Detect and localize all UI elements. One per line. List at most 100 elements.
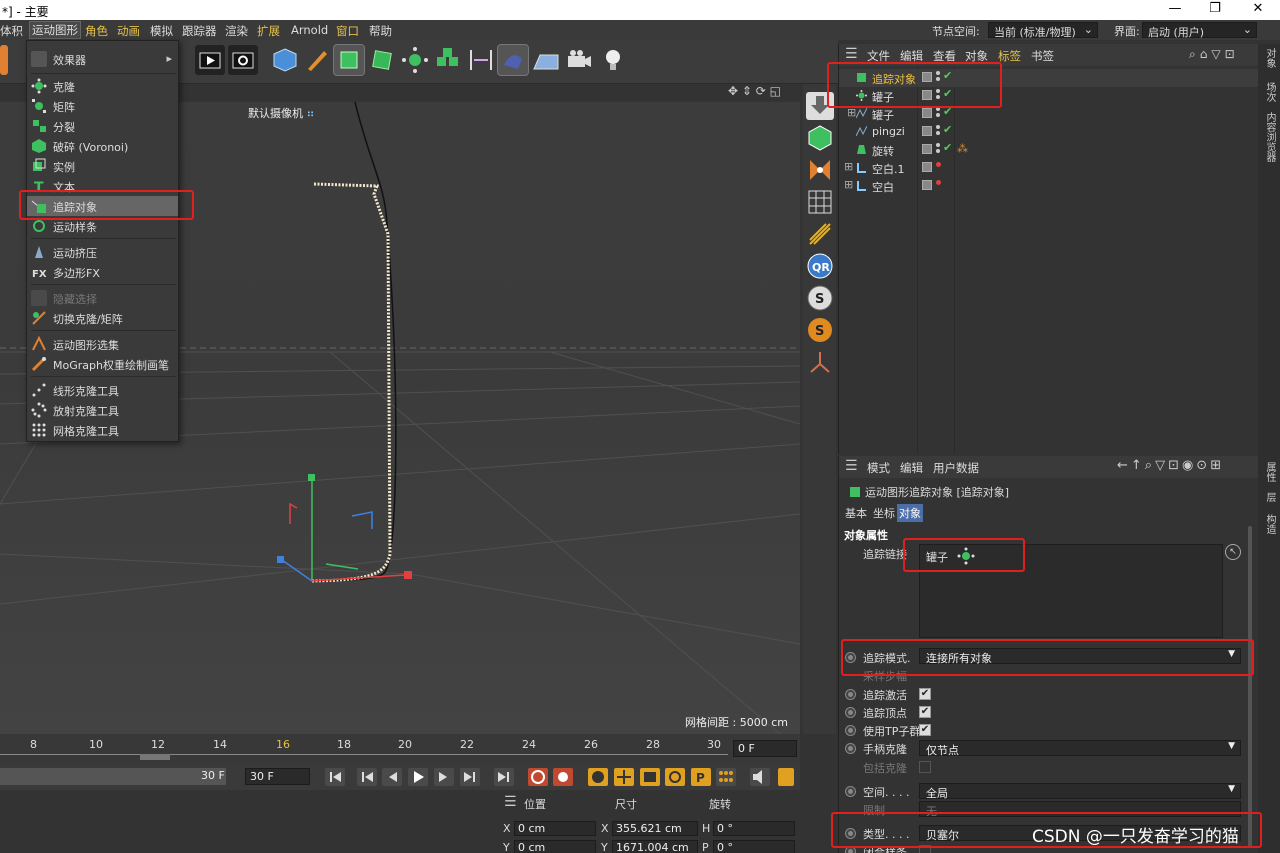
- position-x-field[interactable]: 0 cm: [514, 821, 596, 836]
- timeline-ruler[interactable]: 8 10 12 14 16 18 20 22 24 26 28 30 0 F: [0, 734, 800, 764]
- menu-item-mograph-selection[interactable]: 运动图形选集: [27, 334, 178, 354]
- restore-button[interactable]: ❐: [1200, 1, 1230, 16]
- visibility-dot[interactable]: [936, 131, 940, 135]
- trace-vertices-checkbox[interactable]: ✔: [919, 706, 931, 718]
- tab-basic[interactable]: 基本: [843, 504, 869, 522]
- om-menu-view[interactable]: 查看: [933, 48, 956, 64]
- visibility-dot[interactable]: [936, 113, 940, 117]
- am-menu-userdata[interactable]: 用户数据: [933, 460, 979, 476]
- enabled-check-icon[interactable]: ✔: [943, 141, 952, 154]
- object-row-lathe[interactable]: 旋转 ✔ ⁂: [839, 141, 1259, 159]
- use-tp-checkbox[interactable]: ✔: [919, 724, 931, 736]
- panel-menu-icon[interactable]: ☰: [845, 458, 858, 474]
- rotate-key-icon[interactable]: [665, 768, 685, 786]
- menu-item-linear-clone[interactable]: 线形克隆工具: [27, 380, 178, 400]
- qr-icon[interactable]: QR: [806, 252, 834, 280]
- menu-item-toggle-clone[interactable]: 切换克隆/矩阵: [27, 308, 178, 328]
- snap-icon[interactable]: [806, 156, 834, 184]
- trace-link-item[interactable]: 罐子: [926, 549, 948, 565]
- param-key-icon[interactable]: P: [691, 768, 711, 786]
- menu-item-voronoi[interactable]: 破碎 (Voronoi): [27, 136, 178, 156]
- om-menu-edit[interactable]: 编辑: [900, 48, 923, 64]
- right-tab-attributes[interactable]: 属性: [1262, 462, 1277, 482]
- menu-item-tracer[interactable]: 追踪对象: [27, 196, 178, 216]
- radio-icon[interactable]: [845, 652, 856, 663]
- radio-icon[interactable]: [845, 828, 856, 839]
- enabled-check-icon[interactable]: ✔: [943, 105, 952, 118]
- rotation-p-field[interactable]: 0 °: [713, 840, 795, 853]
- om-toolbar-icons[interactable]: ⌕⌂▽⊡: [1189, 47, 1239, 62]
- disabled-dot[interactable]: [936, 162, 941, 167]
- object-row-spline[interactable]: ⊞ 罐子 ✔: [839, 105, 1259, 123]
- right-tab-content-browser[interactable]: 内容浏览器: [1262, 112, 1277, 162]
- close-spline-checkbox[interactable]: [919, 845, 931, 853]
- menu-item-grid-clone[interactable]: 网格克隆工具: [27, 420, 178, 440]
- om-menu-tags[interactable]: 标签: [998, 48, 1021, 64]
- menu-item-radial-clone[interactable]: 放射克隆工具: [27, 400, 178, 420]
- generator-icon[interactable]: [367, 45, 397, 75]
- object-row-tracer[interactable]: 追踪对象 ✔: [839, 69, 1259, 87]
- tab-object[interactable]: 对象: [897, 504, 923, 522]
- expand-icon[interactable]: ⊞: [844, 160, 853, 173]
- radio-icon[interactable]: [845, 786, 856, 797]
- s-plugin-icon[interactable]: S: [806, 284, 834, 312]
- menu-arnold[interactable]: Arnold: [291, 23, 328, 37]
- prev-frame-icon[interactable]: [382, 768, 402, 786]
- current-frame-field[interactable]: 0 F: [733, 740, 797, 757]
- menu-item-hide-selection[interactable]: 隐藏选择: [27, 288, 178, 308]
- visibility-dot[interactable]: [936, 149, 940, 153]
- keyframe-settings-icon[interactable]: [588, 768, 608, 786]
- render-view-icon[interactable]: [195, 45, 225, 75]
- visibility-dot[interactable]: [936, 77, 940, 81]
- radio-icon[interactable]: [845, 743, 856, 754]
- right-tab-objects[interactable]: 对象: [1262, 48, 1277, 68]
- right-tab-structure[interactable]: 构造: [1262, 514, 1277, 534]
- radio-icon[interactable]: [845, 725, 856, 736]
- radio-icon[interactable]: [845, 846, 856, 853]
- menu-item-motion-spline[interactable]: 运动样条: [27, 216, 178, 236]
- visibility-dot[interactable]: [936, 89, 940, 93]
- pen-icon[interactable]: [302, 45, 332, 75]
- om-menu-file[interactable]: 文件: [867, 48, 890, 64]
- menu-item-matrix[interactable]: 矩阵: [27, 96, 178, 116]
- render-settings-icon[interactable]: [228, 45, 258, 75]
- object-row-null1[interactable]: ⊞ 空白.1: [839, 159, 1259, 177]
- size-y-field[interactable]: 1671.004 cm: [612, 840, 698, 853]
- handle-clone-select[interactable]: 仅节点 ▼: [919, 740, 1241, 757]
- environment-icon[interactable]: [497, 44, 529, 76]
- toolbar-tool-icon[interactable]: [0, 45, 8, 75]
- panel-menu-icon[interactable]: ☰: [504, 794, 517, 810]
- autokey-icon[interactable]: [553, 768, 573, 786]
- attribute-scrollbar[interactable]: [1248, 526, 1252, 848]
- menu-animation[interactable]: 动画: [117, 23, 140, 39]
- radio-icon[interactable]: [845, 707, 856, 718]
- visibility-dot[interactable]: [936, 71, 940, 75]
- timeline-zoom-handle[interactable]: [140, 754, 170, 760]
- interface-select[interactable]: 启动 (用户) ⌄: [1142, 22, 1257, 39]
- prev-key-icon[interactable]: [357, 768, 377, 786]
- space-select[interactable]: 全局 ▼: [919, 783, 1241, 800]
- cube-icon[interactable]: [270, 45, 300, 75]
- sound-icon[interactable]: [750, 768, 770, 786]
- menu-item-cloner[interactable]: 克隆: [27, 76, 178, 96]
- expand-icon[interactable]: ⊞: [847, 106, 856, 119]
- menu-character[interactable]: 角色: [85, 23, 108, 39]
- limit-select[interactable]: 无: [919, 801, 1241, 818]
- polygon-object-icon[interactable]: [806, 124, 834, 152]
- menu-window[interactable]: 窗口: [336, 23, 359, 39]
- visibility-dot[interactable]: [936, 125, 940, 129]
- s-plugin-orange-icon[interactable]: S: [806, 316, 834, 344]
- trace-mode-select[interactable]: 连接所有对象 ▼: [919, 648, 1241, 665]
- grid-icon[interactable]: [806, 188, 834, 216]
- menu-item-extrude[interactable]: 运动挤压: [27, 242, 178, 262]
- enabled-check-icon[interactable]: ✔: [943, 69, 952, 82]
- menu-item-text[interactable]: T 文本: [27, 176, 178, 196]
- menu-help[interactable]: 帮助: [369, 23, 392, 39]
- record-icon[interactable]: [528, 768, 548, 786]
- timeline-menu-icon[interactable]: [778, 768, 794, 786]
- object-row-null[interactable]: ⊞ 空白: [839, 177, 1259, 195]
- om-menu-bookmarks[interactable]: 书签: [1031, 48, 1054, 64]
- subdivision-icon[interactable]: [333, 44, 365, 76]
- visibility-dot[interactable]: [936, 107, 940, 111]
- tab-coord[interactable]: 坐标: [871, 504, 897, 522]
